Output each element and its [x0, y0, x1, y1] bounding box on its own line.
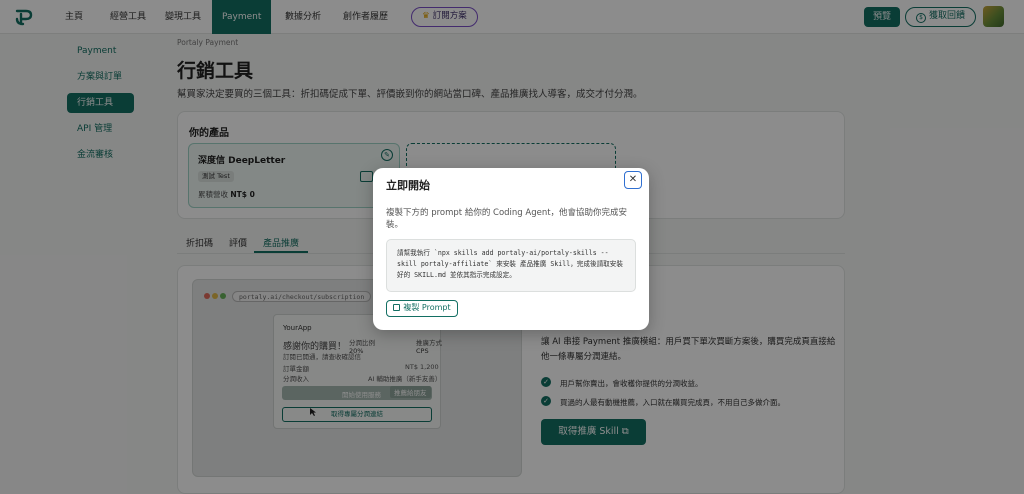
- close-icon[interactable]: ✕: [624, 171, 642, 189]
- copy-icon: [393, 304, 401, 311]
- copy-prompt-button[interactable]: 複製 Prompt: [386, 300, 458, 317]
- modal-description: 複製下方的 prompt 給你的 Coding Agent，他會協助你完成安裝。: [386, 208, 628, 230]
- prompt-text-box[interactable]: 請幫我執行 `npx skills add portaly-ai/portaly…: [386, 239, 636, 292]
- copy-prompt-label: 複製 Prompt: [403, 303, 451, 312]
- modal-title: 立即開始: [386, 179, 430, 192]
